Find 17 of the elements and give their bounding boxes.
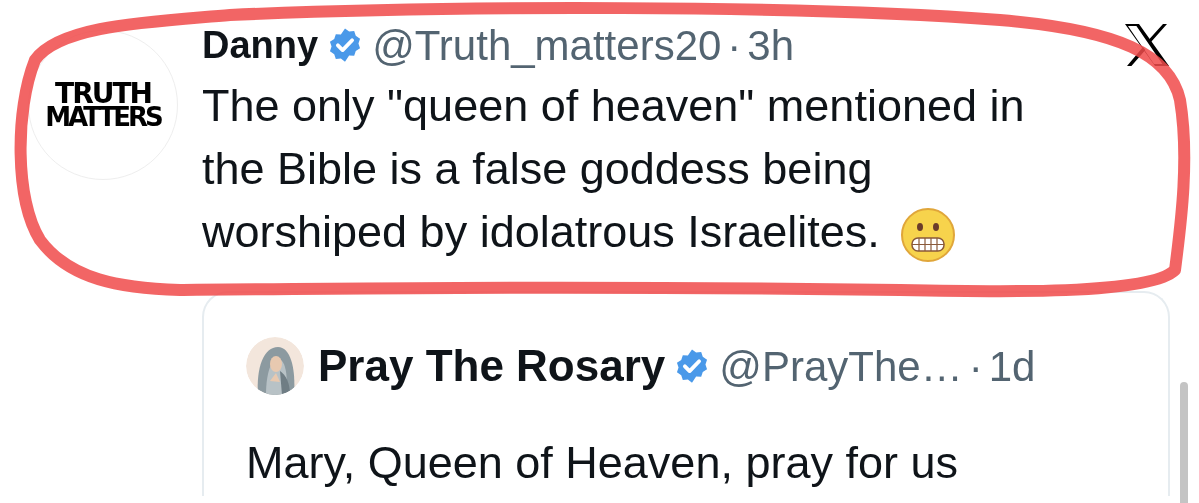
tweet-text: The only "queen of heaven" mentioned in the Bible is a false goddess being worshiped by idolatrous Israelites.	[202, 74, 1025, 264]
author-handle[interactable]: @PrayThe…	[719, 334, 963, 398]
timestamp[interactable]: 3h	[747, 13, 795, 77]
scrollbar-thumb[interactable]	[1180, 382, 1188, 503]
separator: ·	[968, 341, 983, 392]
timestamp[interactable]: 1d	[988, 334, 1036, 398]
logo-text: TRUTH	[55, 82, 151, 106]
author-name[interactable]: Danny	[202, 16, 319, 74]
quoted-tweet-card[interactable]: Pray The Rosary @PrayThe…·1d Mary, Queen of Heaven, pray for us	[202, 291, 1170, 497]
logo-text: MATTERS	[45, 105, 161, 128]
x-logo-icon[interactable]	[1123, 22, 1171, 68]
quoted-tweet-text: Mary, Queen of Heaven, pray for us	[246, 436, 958, 491]
separator: ·	[727, 20, 742, 71]
avatar[interactable]: TRUTH MATTERS	[28, 30, 178, 180]
author-handle[interactable]: @Truth_matters20	[372, 13, 722, 77]
grimacing-face-icon	[899, 207, 956, 264]
author-name[interactable]: Pray The Rosary	[318, 333, 666, 400]
